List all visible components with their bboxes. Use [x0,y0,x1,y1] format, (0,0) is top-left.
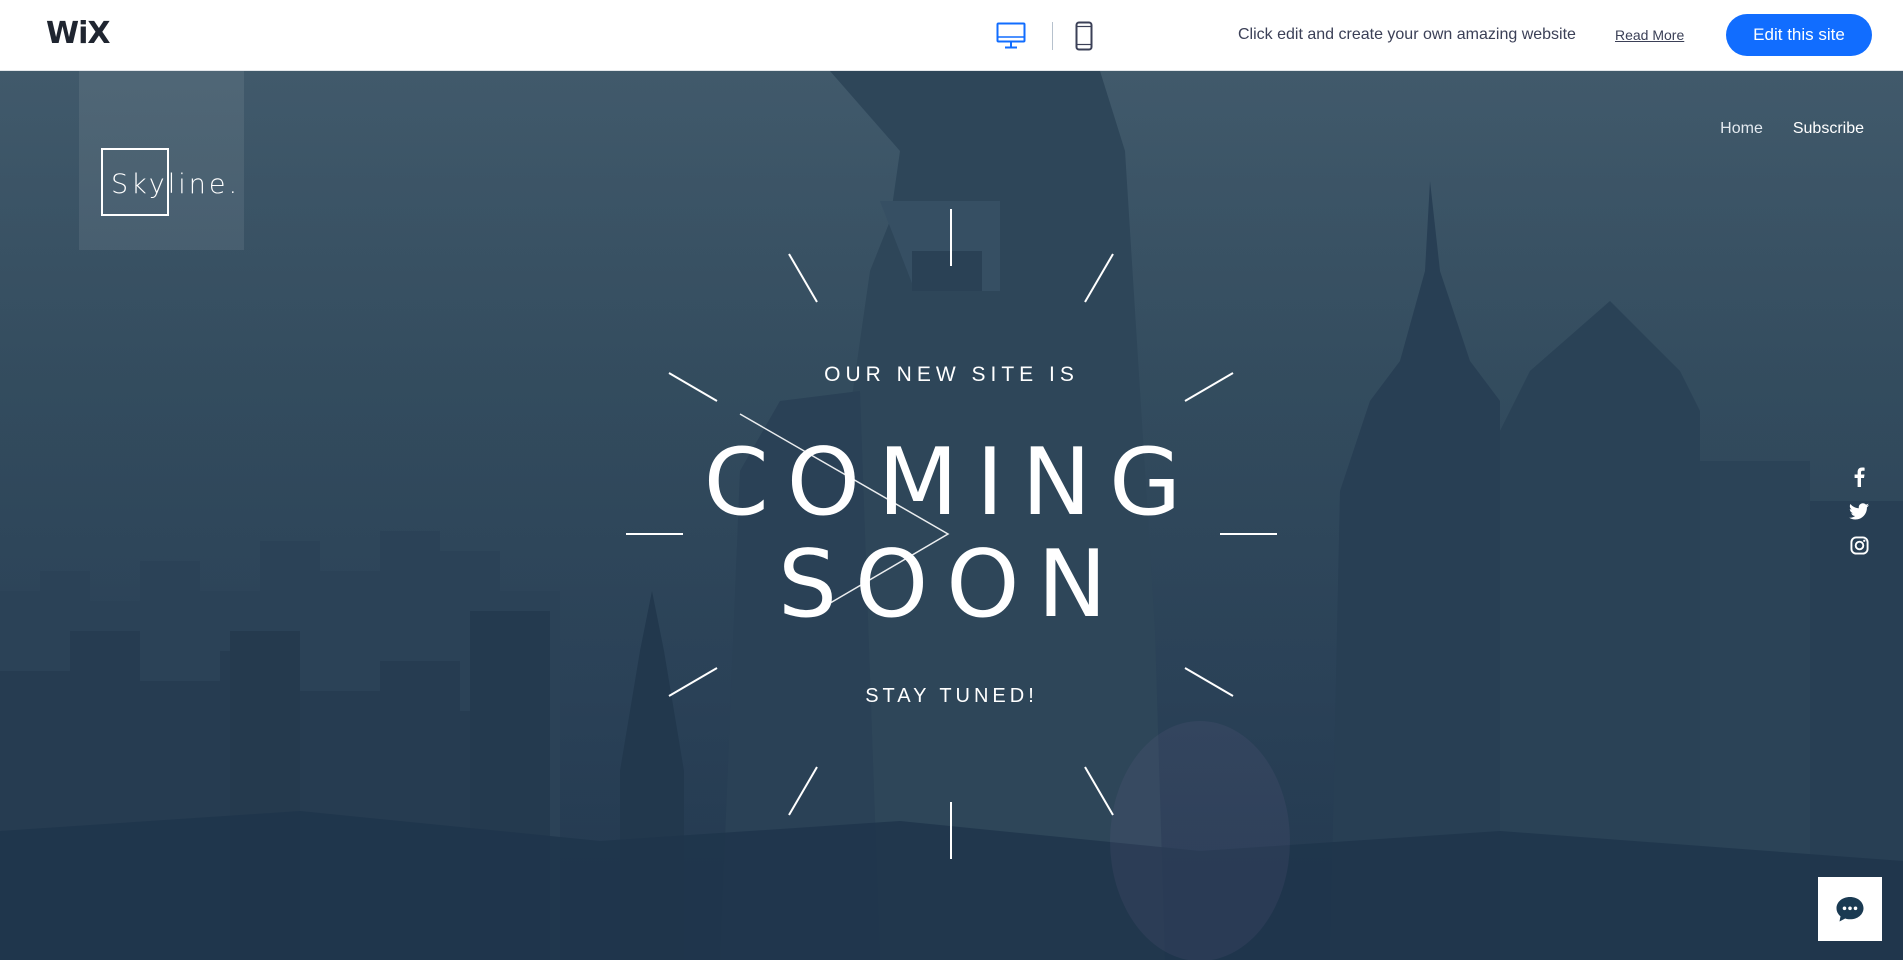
topbar-message: Click edit and create your own amazing w… [1238,26,1576,43]
headline-line-1: COMING [703,428,1200,536]
twitter-link[interactable] [1849,501,1869,521]
instagram-icon [1849,535,1869,555]
wix-logo[interactable]: WiX [46,16,111,51]
chat-button[interactable] [1818,877,1882,941]
social-bar [1849,467,1869,555]
mobile-icon [1075,21,1093,51]
chat-icon [1836,897,1864,922]
facebook-link[interactable] [1849,467,1869,487]
twitter-icon [1849,502,1869,519]
tagline-text: STAY TUNED! [865,685,1038,707]
mobile-view-button[interactable] [1075,21,1093,51]
edit-this-site-button[interactable]: Edit this site [1726,14,1872,56]
device-divider [1052,22,1053,50]
facebook-icon [1854,467,1865,487]
read-more-link[interactable]: Read More [1615,27,1684,43]
kicker-text: OUR NEW SITE IS [824,363,1079,386]
instagram-link[interactable] [1849,535,1869,555]
desktop-view-button[interactable] [996,22,1026,50]
hero-section: Skyline. Home Subscribe OUR NEW SITE IS … [0,71,1903,960]
device-switch [996,18,1093,54]
desktop-icon [996,22,1026,49]
wix-top-bar: WiX Click edit and create your own amazi… [0,0,1903,71]
headline-line-2: SOON [777,530,1125,638]
